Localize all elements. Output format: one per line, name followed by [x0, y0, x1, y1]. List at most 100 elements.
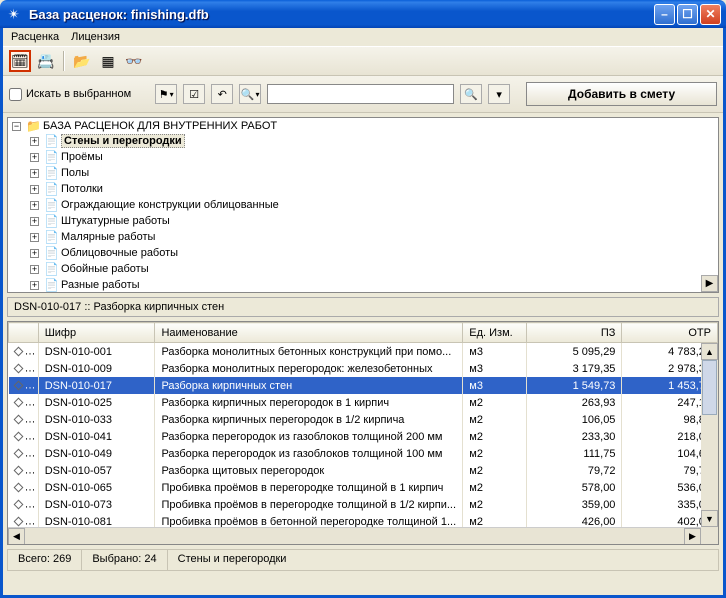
- menu-rate[interactable]: Расценка: [11, 31, 59, 43]
- table-row[interactable]: DSN-010-009Разборка монолитных перегород…: [9, 360, 718, 377]
- expand-icon[interactable]: +: [30, 249, 39, 258]
- glasses-icon: 👓: [125, 53, 142, 70]
- table-row[interactable]: DSN-010-025Разборка кирпичных перегородо…: [9, 394, 718, 411]
- grid-header-name[interactable]: Наименование: [155, 323, 463, 343]
- tree-item[interactable]: +📄Штукатурные работы: [30, 214, 718, 228]
- row-checkbox-cell[interactable]: [9, 496, 39, 513]
- row-indicator-icon: [13, 347, 23, 357]
- table-row[interactable]: DSN-010-041Разборка перегородок из газоб…: [9, 428, 718, 445]
- scroll-left-icon[interactable]: ◀: [8, 528, 25, 545]
- tree-item[interactable]: +📄Стены и перегородки: [30, 134, 718, 148]
- tree-item[interactable]: +📄Полы: [30, 166, 718, 180]
- expand-icon[interactable]: +: [30, 265, 39, 274]
- toolbar-btn-1[interactable]: 🗓: [9, 50, 31, 72]
- close-button[interactable]: ✕: [700, 4, 721, 25]
- minimize-button[interactable]: –: [654, 4, 675, 25]
- grid-scrollbar-vertical[interactable]: ▲ ▼: [701, 343, 718, 527]
- table-row[interactable]: DSN-010-073Пробивка проёмов в перегородк…: [9, 496, 718, 513]
- maximize-button[interactable]: ☐: [677, 4, 698, 25]
- row-checkbox-cell[interactable]: [9, 428, 39, 445]
- grid-header-code[interactable]: Шифр: [38, 323, 155, 343]
- tree-item[interactable]: +📄Проёмы: [30, 150, 718, 164]
- grid-header-otr[interactable]: ОТР: [622, 323, 718, 343]
- expand-icon[interactable]: +: [30, 233, 39, 242]
- category-tree[interactable]: − 📁 БАЗА РАСЦЕНОК ДЛЯ ВНУТРЕННИХ РАБОТ +…: [7, 117, 719, 293]
- scroll-right-icon[interactable]: ▶: [684, 528, 701, 545]
- tree-item[interactable]: + 📄Облицовочные работы: [30, 246, 718, 260]
- tree-item[interactable]: +📄Потолки: [30, 182, 718, 196]
- cell-unit: м2: [463, 445, 527, 462]
- table-row[interactable]: DSN-010-065Пробивка проёмов в перегородк…: [9, 479, 718, 496]
- document-icon: 📄: [44, 278, 58, 292]
- grid-header-check[interactable]: [9, 323, 39, 343]
- check-button[interactable]: ☑: [183, 84, 205, 104]
- expand-icon[interactable]: +: [30, 169, 39, 178]
- binoculars-icon: 🔍: [241, 88, 255, 101]
- tree-item-label: Облицовочные работы: [61, 247, 178, 259]
- find-button[interactable]: 🔍▾: [239, 84, 261, 104]
- tree-root[interactable]: − 📁 БАЗА РАСЦЕНОК ДЛЯ ВНУТРЕННИХ РАБОТ: [12, 119, 718, 133]
- scroll-down-icon[interactable]: ▼: [701, 510, 718, 527]
- grid-header-unit[interactable]: Ед. Изм.: [463, 323, 527, 343]
- search-go-button[interactable]: 🔍: [460, 84, 482, 104]
- toolbar-btn-view[interactable]: 👓: [123, 50, 145, 72]
- undo-button[interactable]: ↶: [211, 84, 233, 104]
- flag-icon: ⚑: [159, 88, 169, 101]
- expand-icon[interactable]: +: [30, 217, 39, 226]
- tree-item[interactable]: +📄Обойные работы: [30, 262, 718, 276]
- add-to-estimate-button[interactable]: Добавить в смету: [526, 82, 717, 106]
- search-dropdown-button[interactable]: ▾: [488, 84, 510, 104]
- grid-header-pz[interactable]: ПЗ: [526, 323, 622, 343]
- document-icon: 📄: [44, 246, 58, 260]
- grid-scrollbar-horizontal[interactable]: ◀ ▶: [8, 527, 701, 544]
- expand-icon[interactable]: +: [30, 185, 39, 194]
- row-checkbox-cell[interactable]: [9, 377, 39, 394]
- table-row[interactable]: DSN-010-049Разборка перегородок из газоб…: [9, 445, 718, 462]
- cell-unit: м2: [463, 496, 527, 513]
- cell-code: DSN-010-001: [38, 343, 155, 361]
- rates-grid[interactable]: Шифр Наименование Ед. Изм. ПЗ ОТР DSN-01…: [7, 321, 719, 545]
- cell-code: DSN-010-009: [38, 360, 155, 377]
- table-row[interactable]: DSN-010-017Разборка кирпичных стенм31 54…: [9, 377, 718, 394]
- row-checkbox-cell[interactable]: [9, 479, 39, 496]
- toolbar-separator: [63, 51, 65, 71]
- search-input[interactable]: [267, 84, 454, 104]
- scroll-thumb[interactable]: [702, 360, 717, 415]
- row-checkbox-cell[interactable]: [9, 343, 39, 361]
- expand-icon[interactable]: +: [30, 137, 39, 146]
- tree-scroll-right[interactable]: ▶: [701, 275, 718, 292]
- tree-item[interactable]: +📄Разные работы: [30, 278, 718, 292]
- expand-icon[interactable]: +: [30, 281, 39, 290]
- row-checkbox-cell[interactable]: [9, 411, 39, 428]
- cell-pz: 233,30: [526, 428, 622, 445]
- grid-icon: 🗓: [11, 53, 29, 70]
- titlebar[interactable]: ✴ База расценок: finishing.dfb – ☐ ✕: [0, 0, 726, 28]
- cell-name: Пробивка проёмов в перегородке толщиной …: [155, 479, 463, 496]
- expand-icon[interactable]: +: [30, 153, 39, 162]
- toolbar-btn-2[interactable]: 📇: [35, 50, 57, 72]
- cell-unit: м3: [463, 360, 527, 377]
- row-checkbox-cell[interactable]: [9, 360, 39, 377]
- row-checkbox-cell[interactable]: [9, 462, 39, 479]
- toolbar-btn-table[interactable]: ▦: [97, 50, 119, 72]
- menu-license[interactable]: Лицензия: [71, 31, 120, 43]
- tree-item[interactable]: +📄Ограждающие конструкции облицованные: [30, 198, 718, 212]
- table-row[interactable]: DSN-010-033Разборка кирпичных перегородо…: [9, 411, 718, 428]
- table-row[interactable]: DSN-010-001Разборка монолитных бетонных …: [9, 343, 718, 361]
- toolbar-btn-open[interactable]: 📂: [71, 50, 93, 72]
- detail-text: DSN-010-017 :: Разборка кирпичных стен: [14, 301, 224, 313]
- tree-item[interactable]: +📄Малярные работы: [30, 230, 718, 244]
- search-in-selected-input[interactable]: [9, 88, 22, 101]
- cell-unit: м2: [463, 411, 527, 428]
- expand-icon[interactable]: +: [30, 201, 39, 210]
- row-checkbox-cell[interactable]: [9, 394, 39, 411]
- search-in-selected-checkbox[interactable]: Искать в выбранном: [9, 88, 131, 101]
- row-checkbox-cell[interactable]: [9, 445, 39, 462]
- scroll-up-icon[interactable]: ▲: [701, 343, 718, 360]
- flag-button[interactable]: ⚑▾: [155, 84, 177, 104]
- collapse-icon[interactable]: −: [12, 122, 21, 131]
- binoculars-icon: 🔍: [464, 88, 478, 101]
- window-title: База расценок: finishing.dfb: [29, 7, 654, 22]
- table-row[interactable]: DSN-010-057Разборка щитовых перегородокм…: [9, 462, 718, 479]
- document-icon: 📄: [44, 262, 58, 276]
